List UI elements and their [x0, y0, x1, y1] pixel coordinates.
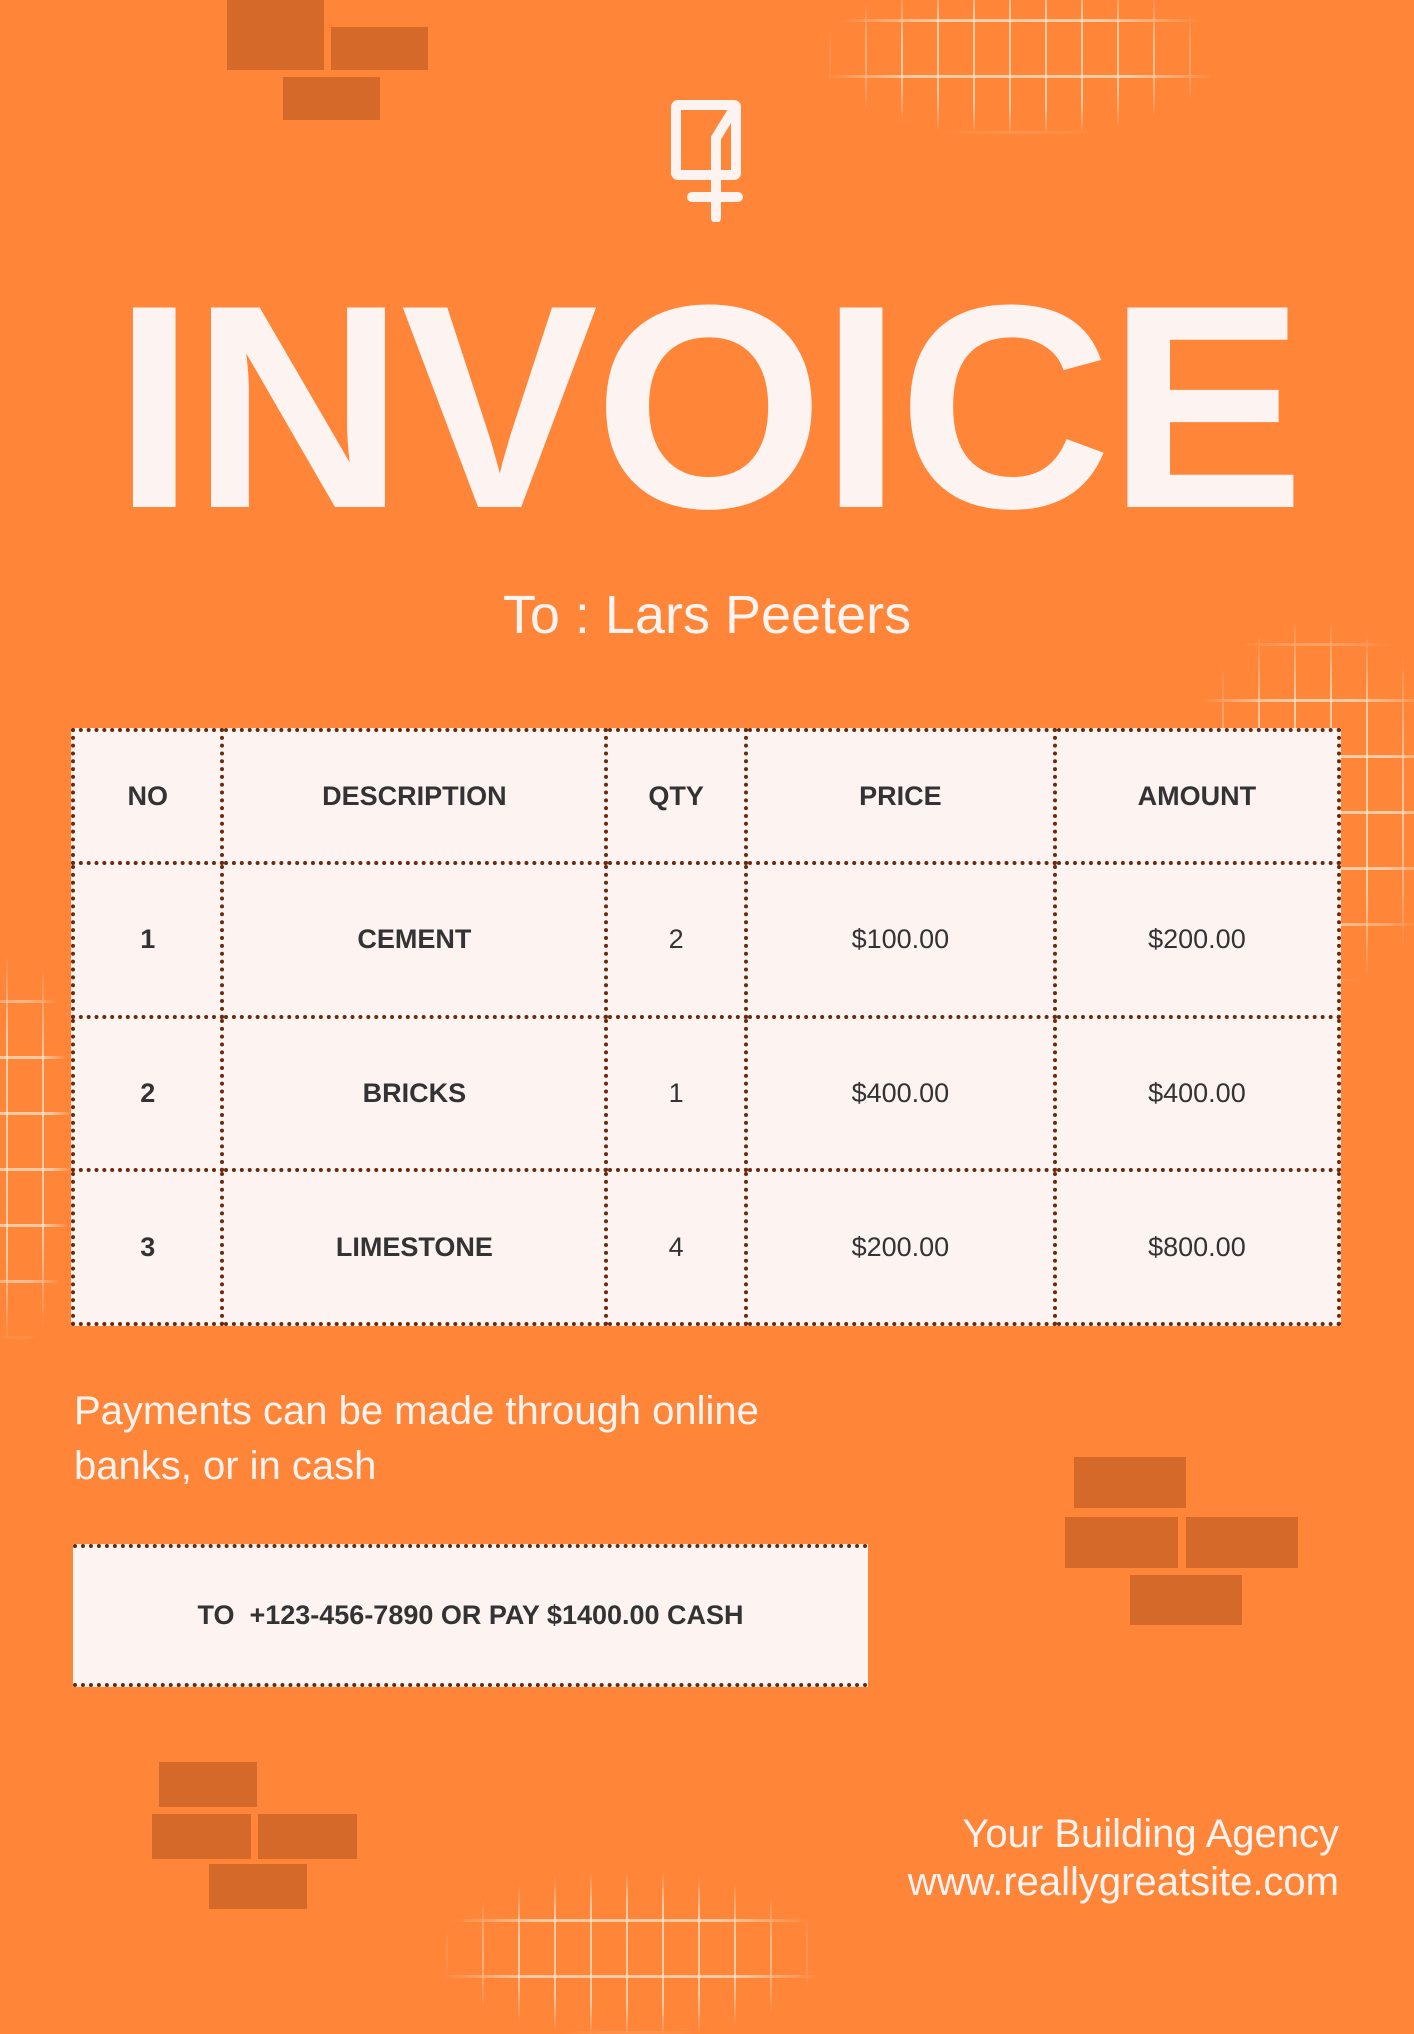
header-no: NO [70, 728, 225, 865]
cell-price: $200.00 [743, 1168, 1057, 1326]
header-qty: QTY [604, 728, 748, 865]
brick-decoration [209, 1864, 307, 1909]
header-price: PRICE [743, 728, 1057, 865]
cell-description: BRICKS [220, 1014, 609, 1173]
brick-decoration [1074, 1457, 1186, 1508]
cell-amount: $200.00 [1052, 861, 1342, 1019]
cell-qty: 4 [604, 1168, 748, 1326]
brick-decoration [227, 0, 324, 70]
cell-description: CEMENT [220, 861, 609, 1019]
agency-name: Your Building Agency [962, 1812, 1339, 1856]
brick-decoration [331, 27, 428, 70]
header-description: DESCRIPTION [220, 728, 609, 865]
payment-instructions: TO +123-456-7890 OR PAY $1400.00 CASH [197, 1600, 744, 1630]
cell-price: $400.00 [743, 1014, 1057, 1173]
payment-note-line: banks, or in cash [74, 1444, 377, 1488]
table-header-row: NO DESCRIPTION QTY PRICE AMOUNT [70, 728, 1342, 865]
cell-no: 3 [70, 1168, 225, 1326]
invoice-title: INVOICE [113, 245, 1305, 569]
table-row: 2 BRICKS 1 $400.00 $400.00 [70, 1014, 1342, 1173]
brick-decoration [1186, 1517, 1298, 1568]
cell-qty: 1 [604, 1014, 748, 1173]
logo-icon [668, 100, 748, 227]
grid-decoration [0, 956, 70, 1339]
payment-note: Payments can be made through online bank… [74, 1384, 759, 1494]
brick-decoration [152, 1814, 251, 1859]
brick-decoration [283, 77, 380, 120]
brick-decoration [1130, 1575, 1242, 1625]
payment-note-line: Payments can be made through online [74, 1389, 759, 1433]
header-amount: AMOUNT [1052, 728, 1342, 865]
table-row: 1 CEMENT 2 $100.00 $200.00 [70, 861, 1342, 1019]
cell-no: 2 [70, 1014, 225, 1173]
brick-decoration [258, 1814, 357, 1859]
grid-decoration [829, 0, 1211, 134]
payment-box: TO +123-456-7890 OR PAY $1400.00 CASH [73, 1544, 868, 1687]
cell-price: $100.00 [743, 861, 1057, 1019]
recipient: To : Lars Peeters [502, 585, 912, 645]
footer: Your Building Agency www.reallygreatsite… [908, 1810, 1339, 1906]
website-link[interactable]: www.reallygreatsite.com [908, 1858, 1339, 1906]
grid-decoration [446, 1874, 816, 2034]
table-row: 3 LIMESTONE 4 $200.00 $800.00 [70, 1168, 1342, 1326]
cell-amount: $800.00 [1052, 1168, 1342, 1326]
brick-decoration [159, 1762, 257, 1807]
cell-qty: 2 [604, 861, 748, 1019]
cell-description: LIMESTONE [220, 1168, 609, 1326]
brick-decoration [1065, 1517, 1178, 1568]
cell-no: 1 [70, 861, 225, 1019]
invoice-table: NO DESCRIPTION QTY PRICE AMOUNT 1 CEMENT… [70, 728, 1342, 1326]
cell-amount: $400.00 [1052, 1014, 1342, 1173]
